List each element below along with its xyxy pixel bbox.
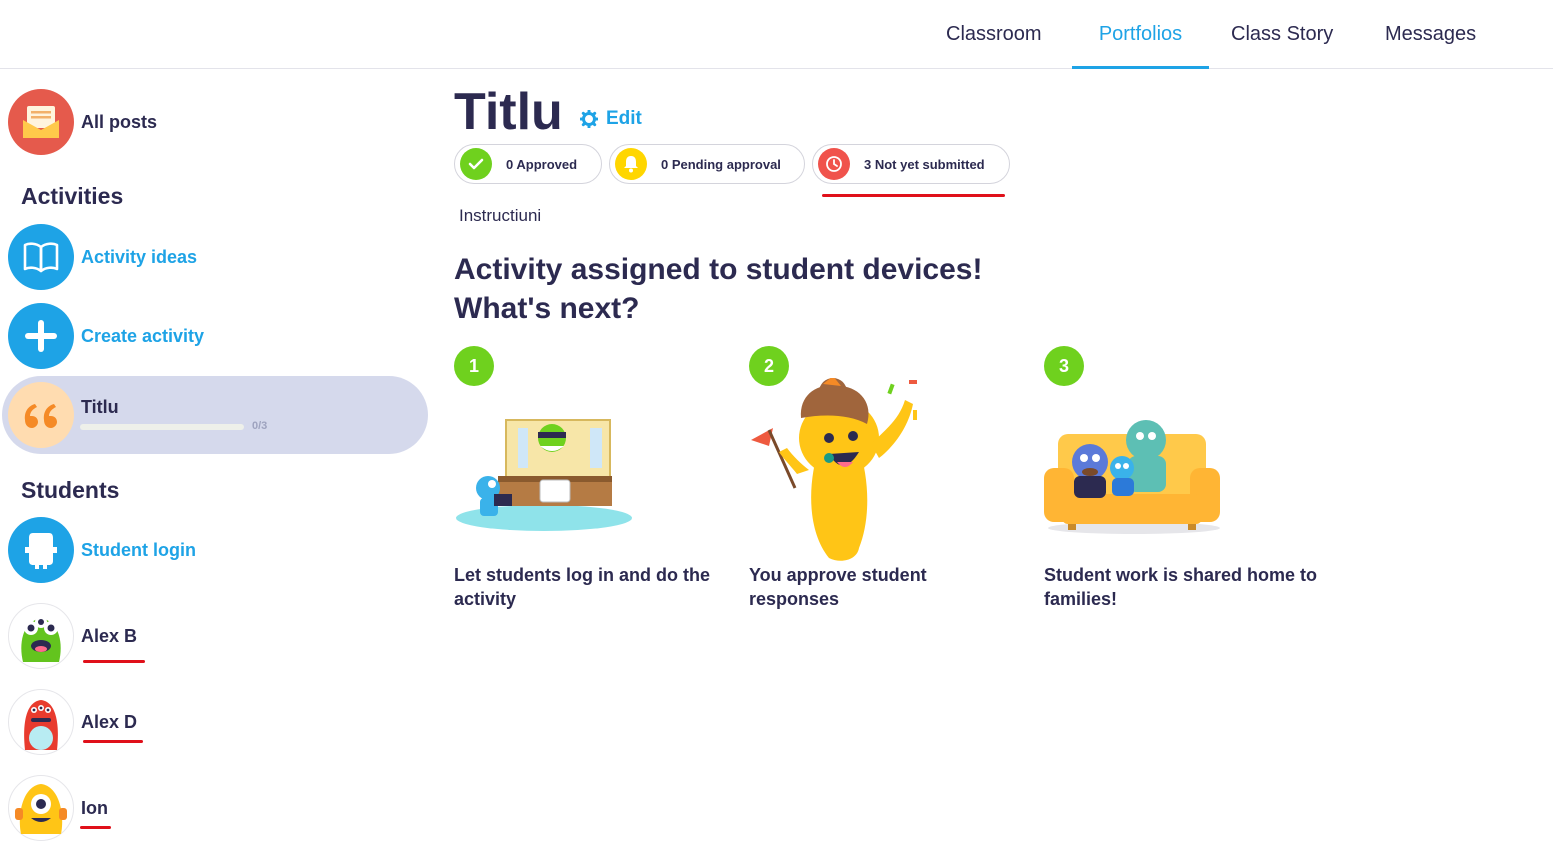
active-tab-indicator — [1072, 66, 1209, 69]
tab-messages[interactable]: Messages — [1385, 0, 1476, 68]
all-posts-label: All posts — [81, 111, 158, 132]
pending-status-pill[interactable]: 0 Pending approval — [609, 144, 805, 184]
step-3-text: Student work is shared home to families! — [1044, 565, 1318, 609]
annotation-underline-alex-d — [83, 740, 143, 743]
activity-instructions: Instructiuni — [459, 206, 542, 225]
step-1-badge: 1 — [454, 346, 494, 386]
sidebar-item-create-activity[interactable]: Create activity — [8, 303, 204, 369]
student-name-alex-d: Alex D — [81, 711, 138, 732]
tab-portfolios[interactable]: Portfolios — [1072, 0, 1209, 69]
approved-status-pill[interactable]: 0 Approved — [454, 144, 602, 184]
teacher-celebrating-illustration — [751, 378, 917, 561]
annotation-underline-alex-b — [83, 660, 145, 663]
pending-count: 0 Pending approval — [661, 156, 781, 172]
monster-avatar-yellow — [8, 775, 74, 841]
tab-class-story[interactable]: Class Story — [1231, 0, 1333, 68]
sidebar-item-activity-ideas[interactable]: Activity ideas — [8, 224, 197, 290]
headline-line-1: Activity assigned to student devices! — [454, 253, 983, 286]
annotation-underline-ion — [80, 826, 111, 829]
next-steps-headline: Activity assigned to student devices! Wh… — [454, 250, 1074, 328]
student-name-alex-b: Alex B — [81, 625, 138, 646]
plus-icon — [8, 303, 74, 369]
not-submitted-count: 3 Not yet submitted — [864, 156, 985, 172]
student-row-alex-d[interactable]: Alex D — [8, 689, 137, 755]
students-at-desk-illustration — [456, 419, 632, 531]
student-row-ion[interactable]: Ion — [8, 775, 108, 841]
students-heading: Students — [21, 477, 120, 503]
bell-icon — [615, 148, 647, 180]
headline-line-2: What's next? — [454, 292, 640, 325]
step-2-text: You approve student responses — [749, 565, 927, 609]
monster-avatar-green — [8, 603, 74, 669]
sidebar-item-all-posts[interactable]: All posts — [8, 89, 157, 155]
sidebar-item-titlu[interactable]: Titlu — [8, 382, 119, 448]
clock-icon — [818, 148, 850, 180]
student-name-ion: Ion — [81, 797, 108, 818]
activity-progress-count: 0/3 — [252, 420, 268, 432]
activity-progress-bar — [80, 424, 244, 430]
create-activity-label: Create activity — [81, 325, 205, 346]
monster-avatar-red — [8, 689, 74, 755]
step-1-text: Let students log in and do the activity — [454, 565, 710, 609]
step-3-badge: 3 — [1044, 346, 1084, 386]
annotation-underline-not-submitted — [822, 194, 1005, 197]
gear-icon — [580, 110, 598, 128]
family-on-couch-illustration — [1044, 420, 1220, 534]
approved-count: 0 Approved — [506, 156, 578, 172]
titlu-activity-label: Titlu — [81, 396, 119, 417]
not-submitted-status-pill[interactable]: 3 Not yet submitted — [812, 144, 1010, 184]
student-login-label: Student login — [81, 539, 196, 560]
activities-heading: Activities — [21, 183, 124, 209]
mailbox-icon — [8, 89, 74, 155]
sidebar-item-student-login[interactable]: Student login — [8, 517, 196, 583]
activity-ideas-label: Activity ideas — [81, 246, 198, 267]
tab-classroom[interactable]: Classroom — [946, 0, 1042, 68]
student-login-icon — [8, 517, 74, 583]
quote-icon — [8, 382, 74, 448]
page-title: Titlu — [454, 83, 563, 141]
edit-label: Edit — [606, 108, 642, 129]
edit-button[interactable]: Edit — [580, 108, 642, 130]
top-nav-bar: Classroom Portfolios Class Story Message… — [0, 0, 1553, 69]
book-icon — [8, 224, 74, 290]
check-icon — [460, 148, 492, 180]
